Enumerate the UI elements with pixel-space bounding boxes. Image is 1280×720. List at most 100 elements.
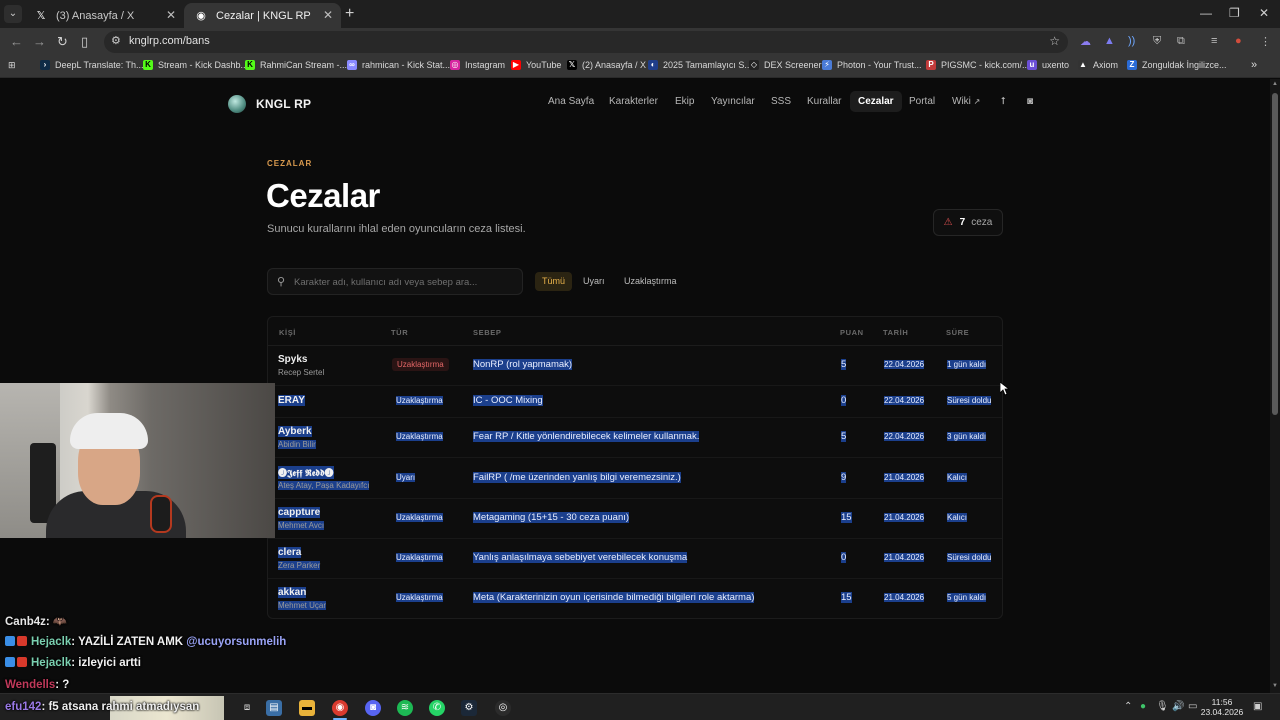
column-header-tarih[interactable]: TARİH xyxy=(883,328,908,337)
table-row[interactable]: 🅙𝕵𝖊𝖋𝖋 𝕽𝖊𝖉𝖉🅙 Ateş Atay, Paşa Kadayıfcı Uy… xyxy=(268,458,1002,499)
player-name[interactable]: ERAY xyxy=(278,395,305,406)
duration-value: 5 gün kaldı xyxy=(947,593,987,602)
bookmark-item[interactable]: Z Zonguldak İngilizce... xyxy=(1127,60,1227,70)
network-icon[interactable]: ▭ xyxy=(1188,701,1197,712)
file-manager-icon[interactable]: ▤ xyxy=(266,700,282,716)
notification-icon[interactable]: ▣ xyxy=(1253,701,1262,712)
extension-icon[interactable]: ▲ xyxy=(1104,35,1115,47)
search-box[interactable]: ⚲ xyxy=(267,268,523,295)
task-view-icon[interactable]: ⧈ xyxy=(239,700,255,716)
player-name[interactable]: akkan xyxy=(278,587,307,598)
bookmark-item[interactable]: ▶ YouTube xyxy=(511,60,561,70)
shield-icon[interactable]: ⛨ xyxy=(1153,35,1161,48)
folder-icon[interactable]: ▬ xyxy=(299,700,315,716)
filter-uyari[interactable]: Uyarı xyxy=(576,272,612,291)
minimize-icon[interactable]: — xyxy=(1200,6,1212,20)
upload-icon[interactable]: ⭡ xyxy=(1001,96,1006,107)
nav-kurallar[interactable]: Kurallar xyxy=(807,96,841,107)
extension-icon[interactable]: )) xyxy=(1128,35,1135,47)
steam-icon[interactable]: ⚙ xyxy=(461,700,477,716)
site-info-icon[interactable]: ⚙ xyxy=(111,34,121,47)
table-row[interactable]: Spyks Recep Sertel Uzaklaştırma NonRP (r… xyxy=(268,346,1002,386)
microphone-icon[interactable]: 🎙 xyxy=(1156,701,1169,712)
bookmark-item[interactable]: ◐ 2025 Tamamlayıcı S... xyxy=(648,60,752,70)
player-name[interactable]: 🅙𝕵𝖊𝖋𝖋 𝕽𝖊𝖉𝖉🅙 xyxy=(278,466,334,479)
nav-sss[interactable]: SSS xyxy=(771,96,791,107)
bookmark-star-icon[interactable]: ☆ xyxy=(1049,34,1060,48)
side-panel-icon[interactable]: ▯ xyxy=(81,34,88,50)
chrome-icon[interactable]: ◉ xyxy=(332,700,348,716)
player-name[interactable]: Ayberk xyxy=(278,426,312,437)
new-tab-button[interactable]: + xyxy=(345,5,354,23)
media-control-icon[interactable]: ≡ xyxy=(1211,35,1217,47)
tab-search-icon[interactable]: ⌄ xyxy=(4,5,22,23)
menu-kebab-icon[interactable]: ⋮ xyxy=(1260,35,1271,48)
bookmark-item[interactable]: u uxento xyxy=(1027,60,1069,70)
status-dot-icon[interactable]: ● xyxy=(1140,701,1146,712)
tray-overflow-icon[interactable]: ⌃ xyxy=(1124,701,1132,712)
column-header-sebep[interactable]: SEBEP xyxy=(473,328,501,337)
nav-karakterler[interactable]: Karakterler xyxy=(609,96,658,107)
close-tab-icon[interactable]: ✕ xyxy=(166,8,176,22)
nav-yayincilar[interactable]: Yayıncılar xyxy=(711,96,755,107)
discord-icon[interactable]: ◙ xyxy=(365,700,381,716)
extensions-puzzle-icon[interactable]: ⧉ xyxy=(1177,35,1185,48)
url-text[interactable]: knglrp.com/bans xyxy=(129,35,210,47)
site-brand[interactable]: KNGL RP xyxy=(228,95,311,113)
nav-cezalar[interactable]: Cezalar xyxy=(850,91,902,112)
bookmark-item[interactable]: ◇ DEX Screener xyxy=(749,60,822,70)
bookmark-item[interactable]: K Stream - Kick Dashb... xyxy=(143,60,248,70)
volume-icon[interactable]: 🔊 xyxy=(1172,701,1184,712)
discord-icon[interactable]: ◙ xyxy=(1027,96,1033,107)
bookmark-item[interactable]: ▲ Axiom xyxy=(1078,60,1118,70)
search-input[interactable] xyxy=(294,274,516,290)
nav-ana-sayfa[interactable]: Ana Sayfa xyxy=(548,96,594,107)
profile-avatar-icon[interactable]: ● xyxy=(1235,35,1242,47)
page-scrollbar[interactable]: ▲ ▼ xyxy=(1270,79,1280,693)
bookmark-item[interactable]: K RahmiCan Stream -... xyxy=(245,60,347,70)
scrollbar-thumb[interactable] xyxy=(1272,93,1278,415)
bookmark-item[interactable]: ◎ Instagram xyxy=(450,60,505,70)
tab-cezalar[interactable]: ◉ Cezalar | KNGL RP ✕ xyxy=(184,3,341,28)
more-bookmarks-icon[interactable]: » xyxy=(1251,59,1257,71)
scroll-up-icon[interactable]: ▲ xyxy=(1272,81,1278,87)
table-row[interactable]: cappture Mehmet Avcı Uzaklaştırma Metaga… xyxy=(268,499,1002,539)
table-row[interactable]: clera Zera Parker Uzaklaştırma Yanlış an… xyxy=(268,539,1002,579)
column-header-tur[interactable]: TÜR xyxy=(391,328,408,337)
system-clock[interactable]: 11:56 23.04.2026 xyxy=(1198,697,1246,717)
tab-x-home[interactable]: 𝕏 (3) Anasayfa / X ✕ xyxy=(24,3,184,28)
nav-ekip[interactable]: Ekip xyxy=(675,96,694,107)
restore-icon[interactable]: ❐ xyxy=(1229,6,1240,20)
spotify-icon[interactable]: ≋ xyxy=(397,700,413,716)
nav-wiki[interactable]: Wiki ↗ xyxy=(952,96,980,107)
player-name[interactable]: Spyks xyxy=(278,354,307,365)
bookmark-item[interactable]: › DeepL Translate: Th... xyxy=(40,60,144,70)
bookmark-item[interactable]: ∞ rahmican - Kick Stat... xyxy=(347,60,450,70)
bookmark-item[interactable]: 𝕏 (2) Anasayfa / X xyxy=(567,60,646,70)
table-row[interactable]: ERAY Uzaklaştırma IC - OOC Mixing 0 22.0… xyxy=(268,386,1002,418)
close-window-icon[interactable]: ✕ xyxy=(1259,6,1269,20)
player-name[interactable]: clera xyxy=(278,547,302,558)
table-row[interactable]: Ayberk Abidin Bilir Uzaklaştırma Fear RP… xyxy=(268,418,1002,458)
column-header-puan[interactable]: PUAN xyxy=(840,328,864,337)
player-name[interactable]: cappture xyxy=(278,507,321,518)
bookmark-label: RahmiCan Stream -... xyxy=(260,60,348,70)
apps-grid-icon[interactable]: ⊞ xyxy=(8,60,16,71)
column-header-kisi[interactable]: KİŞİ xyxy=(279,328,296,337)
forward-icon[interactable]: → xyxy=(33,34,46,49)
close-tab-icon[interactable]: ✕ xyxy=(323,8,333,22)
nav-portal[interactable]: Portal xyxy=(909,96,935,107)
table-row[interactable]: akkan Mehmet Uçar Uzaklaştırma Meta (Kar… xyxy=(268,579,1002,619)
filter-tumu[interactable]: Tümü xyxy=(535,272,573,291)
filter-uzaklastirma[interactable]: Uzaklaştırma xyxy=(617,272,684,291)
bookmark-item[interactable]: ⚡ Photon - Your Trust... xyxy=(822,60,922,70)
bookmark-item[interactable]: P PIGSMC - kick.com/... xyxy=(926,60,1030,70)
whatsapp-icon[interactable]: ✆ xyxy=(429,700,445,716)
reload-icon[interactable]: ↻ xyxy=(57,34,68,50)
omnibox[interactable]: ⚙ knglrp.com/bans ☆ xyxy=(104,31,1068,53)
extension-icon[interactable]: ☁ xyxy=(1080,35,1091,48)
obs-icon[interactable]: ◎ xyxy=(495,700,511,716)
scroll-down-icon[interactable]: ▼ xyxy=(1272,683,1278,689)
column-header-sure[interactable]: SÜRE xyxy=(946,328,969,337)
back-icon[interactable]: ← xyxy=(10,34,23,49)
